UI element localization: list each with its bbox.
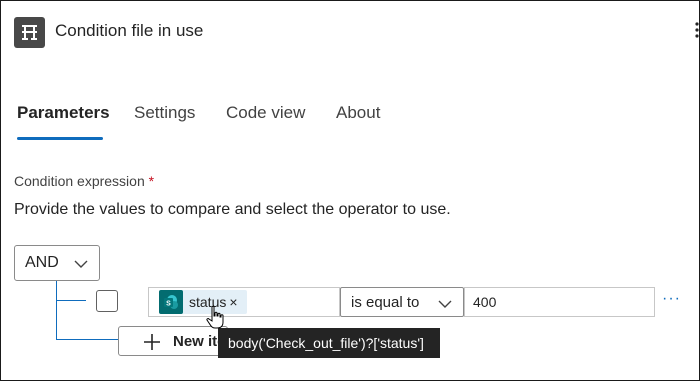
hand-cursor-icon bbox=[205, 305, 227, 331]
more-options-icon[interactable] bbox=[692, 18, 700, 44]
required-mark: * bbox=[148, 173, 155, 189]
active-tab-indicator bbox=[17, 137, 103, 140]
panel-title: Condition file in use bbox=[55, 21, 204, 40]
tree-connector-vertical bbox=[56, 281, 57, 340]
token-tooltip: body('Check_out_file')?['status'] bbox=[218, 328, 440, 358]
chevron-down-icon bbox=[437, 296, 453, 316]
svg-text:S: S bbox=[166, 300, 171, 307]
sharepoint-icon: S bbox=[159, 290, 183, 314]
row-more-options-icon[interactable]: ··· bbox=[662, 290, 681, 308]
tree-connector-new-item bbox=[56, 339, 118, 340]
tab-parameters[interactable]: Parameters bbox=[17, 103, 110, 139]
condition-description: Provide the values to compare and select… bbox=[14, 201, 451, 218]
row-select-checkbox[interactable] bbox=[96, 290, 118, 312]
tab-code-view[interactable]: Code view bbox=[226, 103, 305, 139]
condition-expression-label: Condition expression * bbox=[14, 173, 154, 189]
panel-frame bbox=[0, 0, 700, 381]
condition-icon bbox=[14, 17, 45, 48]
left-operand-input[interactable]: S status × bbox=[148, 287, 340, 317]
tab-bar: Parameters Settings Code view About bbox=[0, 103, 700, 143]
condition-label-text: Condition expression bbox=[14, 173, 145, 189]
dynamic-content-token[interactable]: S status × bbox=[159, 290, 247, 314]
token-remove-icon[interactable]: × bbox=[229, 294, 237, 310]
tab-settings[interactable]: Settings bbox=[134, 103, 195, 139]
plus-icon bbox=[143, 333, 161, 355]
operator-value: is equal to bbox=[351, 293, 420, 311]
tree-connector-row bbox=[56, 300, 86, 301]
chevron-down-icon bbox=[73, 256, 89, 277]
group-operator-dropdown[interactable]: AND bbox=[14, 245, 100, 281]
group-operator-value: AND bbox=[25, 254, 59, 271]
tab-about[interactable]: About bbox=[336, 103, 380, 139]
right-operand-input[interactable]: 400 bbox=[464, 287, 655, 317]
operator-dropdown[interactable]: is equal to bbox=[340, 287, 464, 317]
